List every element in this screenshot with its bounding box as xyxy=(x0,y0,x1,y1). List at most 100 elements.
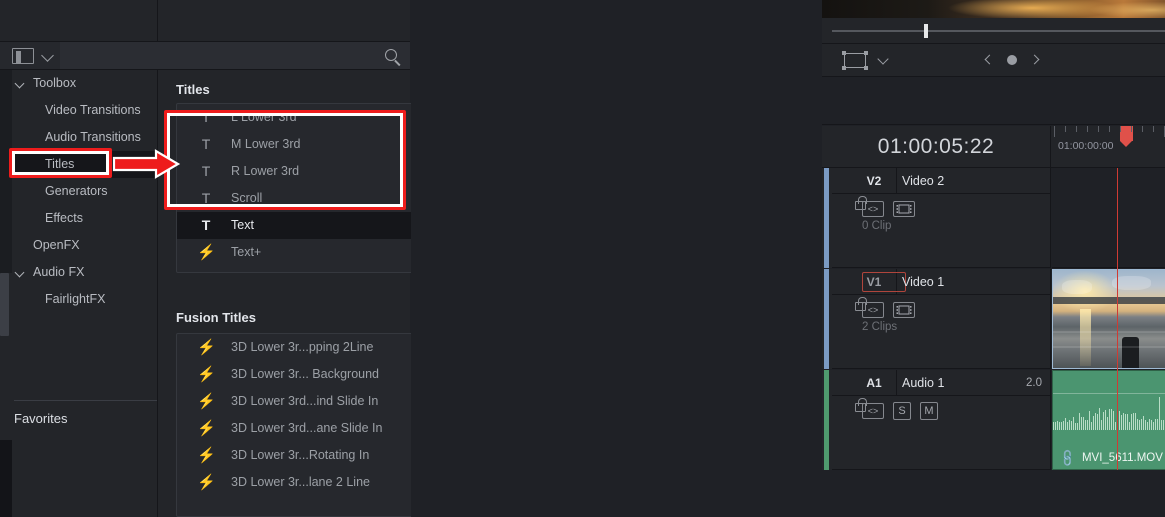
fusion-bolt-icon: ⚡ xyxy=(197,420,216,437)
scrubber-handle[interactable] xyxy=(924,24,928,38)
sidebar-item-openfx[interactable]: OpenFX xyxy=(0,232,158,259)
fusion-bolt-icon: ⚡ xyxy=(197,474,216,491)
thumbnail xyxy=(1053,270,1165,368)
track-lane-v2[interactable] xyxy=(1052,168,1165,268)
waveform-bar xyxy=(1131,414,1132,430)
auto-select-icon[interactable]: <> xyxy=(862,201,884,217)
waveform-bar xyxy=(1063,420,1064,430)
sun-glint xyxy=(1080,309,1091,367)
crop-icon[interactable] xyxy=(842,51,868,70)
waveform-bar xyxy=(1083,417,1084,430)
titles-browser: Titles T L Lower 3rd T M Lower 3rd T R L… xyxy=(159,70,566,517)
search-icon[interactable] xyxy=(385,49,397,61)
favorites-header[interactable]: Favorites xyxy=(14,411,67,426)
waveform-bar xyxy=(1109,409,1110,430)
node-dot-icon[interactable] xyxy=(1007,55,1017,65)
list-item-label: 3D Lower 3r...Rotating In xyxy=(231,448,370,462)
auto-select-icon[interactable]: <> xyxy=(862,302,884,318)
track-number-v1[interactable]: V1 xyxy=(852,269,896,295)
chevron-down-icon[interactable] xyxy=(41,49,54,62)
timeline-ruler[interactable]: 01:00:00:00 01:00:20:04 01:00:40:08 xyxy=(1052,126,1165,167)
audio-clip-1[interactable]: 🔗 MVI_5611.MOV xyxy=(1052,370,1165,470)
video-enable-icon[interactable] xyxy=(893,201,915,217)
horizon-band xyxy=(1053,297,1165,305)
track-name-v1[interactable]: Video 1 xyxy=(902,269,944,295)
video-clip-1[interactable] xyxy=(1052,269,1165,369)
track-name-v2[interactable]: Video 2 xyxy=(902,168,944,194)
search-input[interactable] xyxy=(60,42,410,69)
sidebar-item-fairlightfx[interactable]: FairlightFX xyxy=(0,286,158,313)
scrubber-track[interactable] xyxy=(832,30,1165,32)
library-tree: Toolbox Video Transitions Audio Transiti… xyxy=(0,70,158,517)
waveform-bar xyxy=(1053,421,1054,430)
waveform-bar xyxy=(1075,422,1076,430)
sidebar-item-effects[interactable]: Effects xyxy=(0,205,158,232)
list-item-label: 3D Lower 3r... Background xyxy=(231,367,379,381)
timecode-display[interactable]: 01:00:05:22 xyxy=(822,126,1051,167)
waveform-bar xyxy=(1111,408,1112,430)
waveform-bar xyxy=(1061,422,1062,430)
waveform-bar xyxy=(1125,414,1126,430)
sidebar-item-generators[interactable]: Generators xyxy=(0,178,158,205)
waveform-bar xyxy=(1163,420,1164,430)
track-title-row: V1 Video 1 xyxy=(832,269,1050,295)
waveform-bar xyxy=(1155,419,1156,430)
auto-select-icon[interactable]: <> xyxy=(862,403,884,419)
track-name-a1[interactable]: Audio 1 xyxy=(902,370,944,396)
chevron-down-icon[interactable] xyxy=(877,53,889,65)
video-enable-icon[interactable] xyxy=(893,302,915,318)
sidebar-item-audio-fx[interactable]: Audio FX xyxy=(0,259,158,286)
chevron-left-icon[interactable] xyxy=(984,54,995,65)
resolve-edit-page: Toolbox Video Transitions Audio Transiti… xyxy=(0,0,1165,517)
text-title-icon: T xyxy=(201,109,211,125)
list-item-label: R Lower 3rd xyxy=(231,164,300,178)
fusion-bolt-icon: ⚡ xyxy=(197,447,216,464)
sidebar-item-label: Audio Transitions xyxy=(45,130,141,144)
list-item-label: Scroll xyxy=(231,191,263,205)
sidebar-item-label: Audio FX xyxy=(33,265,85,279)
vertical-divider xyxy=(157,0,158,42)
list-item-label: 3D Lower 3r...pping 2Line xyxy=(231,340,374,354)
sidebar-item-titles[interactable]: Titles xyxy=(0,151,158,178)
track-number-a1[interactable]: A1 xyxy=(852,370,896,396)
sidebar-item-label: Video Transitions xyxy=(45,103,141,117)
waveform-bar xyxy=(1101,419,1102,430)
cloud xyxy=(1112,275,1152,290)
sidebar-item-video-transitions[interactable]: Video Transitions xyxy=(0,97,158,124)
viewer-scrubber[interactable] xyxy=(822,18,1165,44)
waveform-bar xyxy=(1097,414,1098,430)
track-clip-count-v2: 0 Clip xyxy=(862,220,892,232)
sidebar-item-label: Toolbox xyxy=(33,76,77,90)
waveform-bar xyxy=(1067,421,1068,430)
text-title-icon: T xyxy=(201,190,211,206)
timeline-header: 01:00:05:22 01:00:00:00 01:00:20:04 01:0… xyxy=(822,126,1165,168)
viewer-video-preview[interactable] xyxy=(822,0,1165,18)
waveform-bar xyxy=(1115,421,1116,430)
sidebar-item-toolbox[interactable]: Toolbox xyxy=(0,70,158,97)
timecode-value: 01:00:05:22 xyxy=(877,134,995,158)
effects-library-pane: Toolbox Video Transitions Audio Transiti… xyxy=(0,0,566,517)
list-item-label: M Lower 3rd xyxy=(231,137,301,151)
track-number-v2[interactable]: V2 xyxy=(852,168,896,194)
chevron-right-icon[interactable] xyxy=(1029,54,1040,65)
waveform-bar xyxy=(1161,420,1162,430)
panel-layout-icon[interactable] xyxy=(12,48,34,64)
solo-button[interactable]: S xyxy=(893,402,911,420)
mute-button[interactable]: M xyxy=(920,402,938,420)
sidebar-item-audio-transitions[interactable]: Audio Transitions xyxy=(0,124,158,151)
timeline-playhead[interactable] xyxy=(1117,168,1118,470)
waveform-bar xyxy=(1071,421,1072,430)
ruler-tick xyxy=(1054,126,1055,137)
track-title-row: A1 Audio 1 2.0 xyxy=(832,370,1050,396)
library-vertical-scrollbar[interactable] xyxy=(0,273,9,336)
track-lane-a1[interactable]: 🔗 MVI_5611.MOV 🔗 MVI_5598.MOV xyxy=(1052,370,1165,470)
waveform-bar xyxy=(1079,412,1080,430)
fusion-bolt-icon: ⚡ xyxy=(197,366,216,383)
track-lane-v1[interactable] xyxy=(1052,269,1165,369)
track-controls-a1: <> S M xyxy=(832,396,938,426)
chevron-expanded-icon xyxy=(14,78,25,89)
waveform-bar xyxy=(1137,419,1138,430)
waveform-bar xyxy=(1057,420,1058,430)
divider xyxy=(832,267,1050,268)
waveform-bar xyxy=(1107,416,1108,430)
